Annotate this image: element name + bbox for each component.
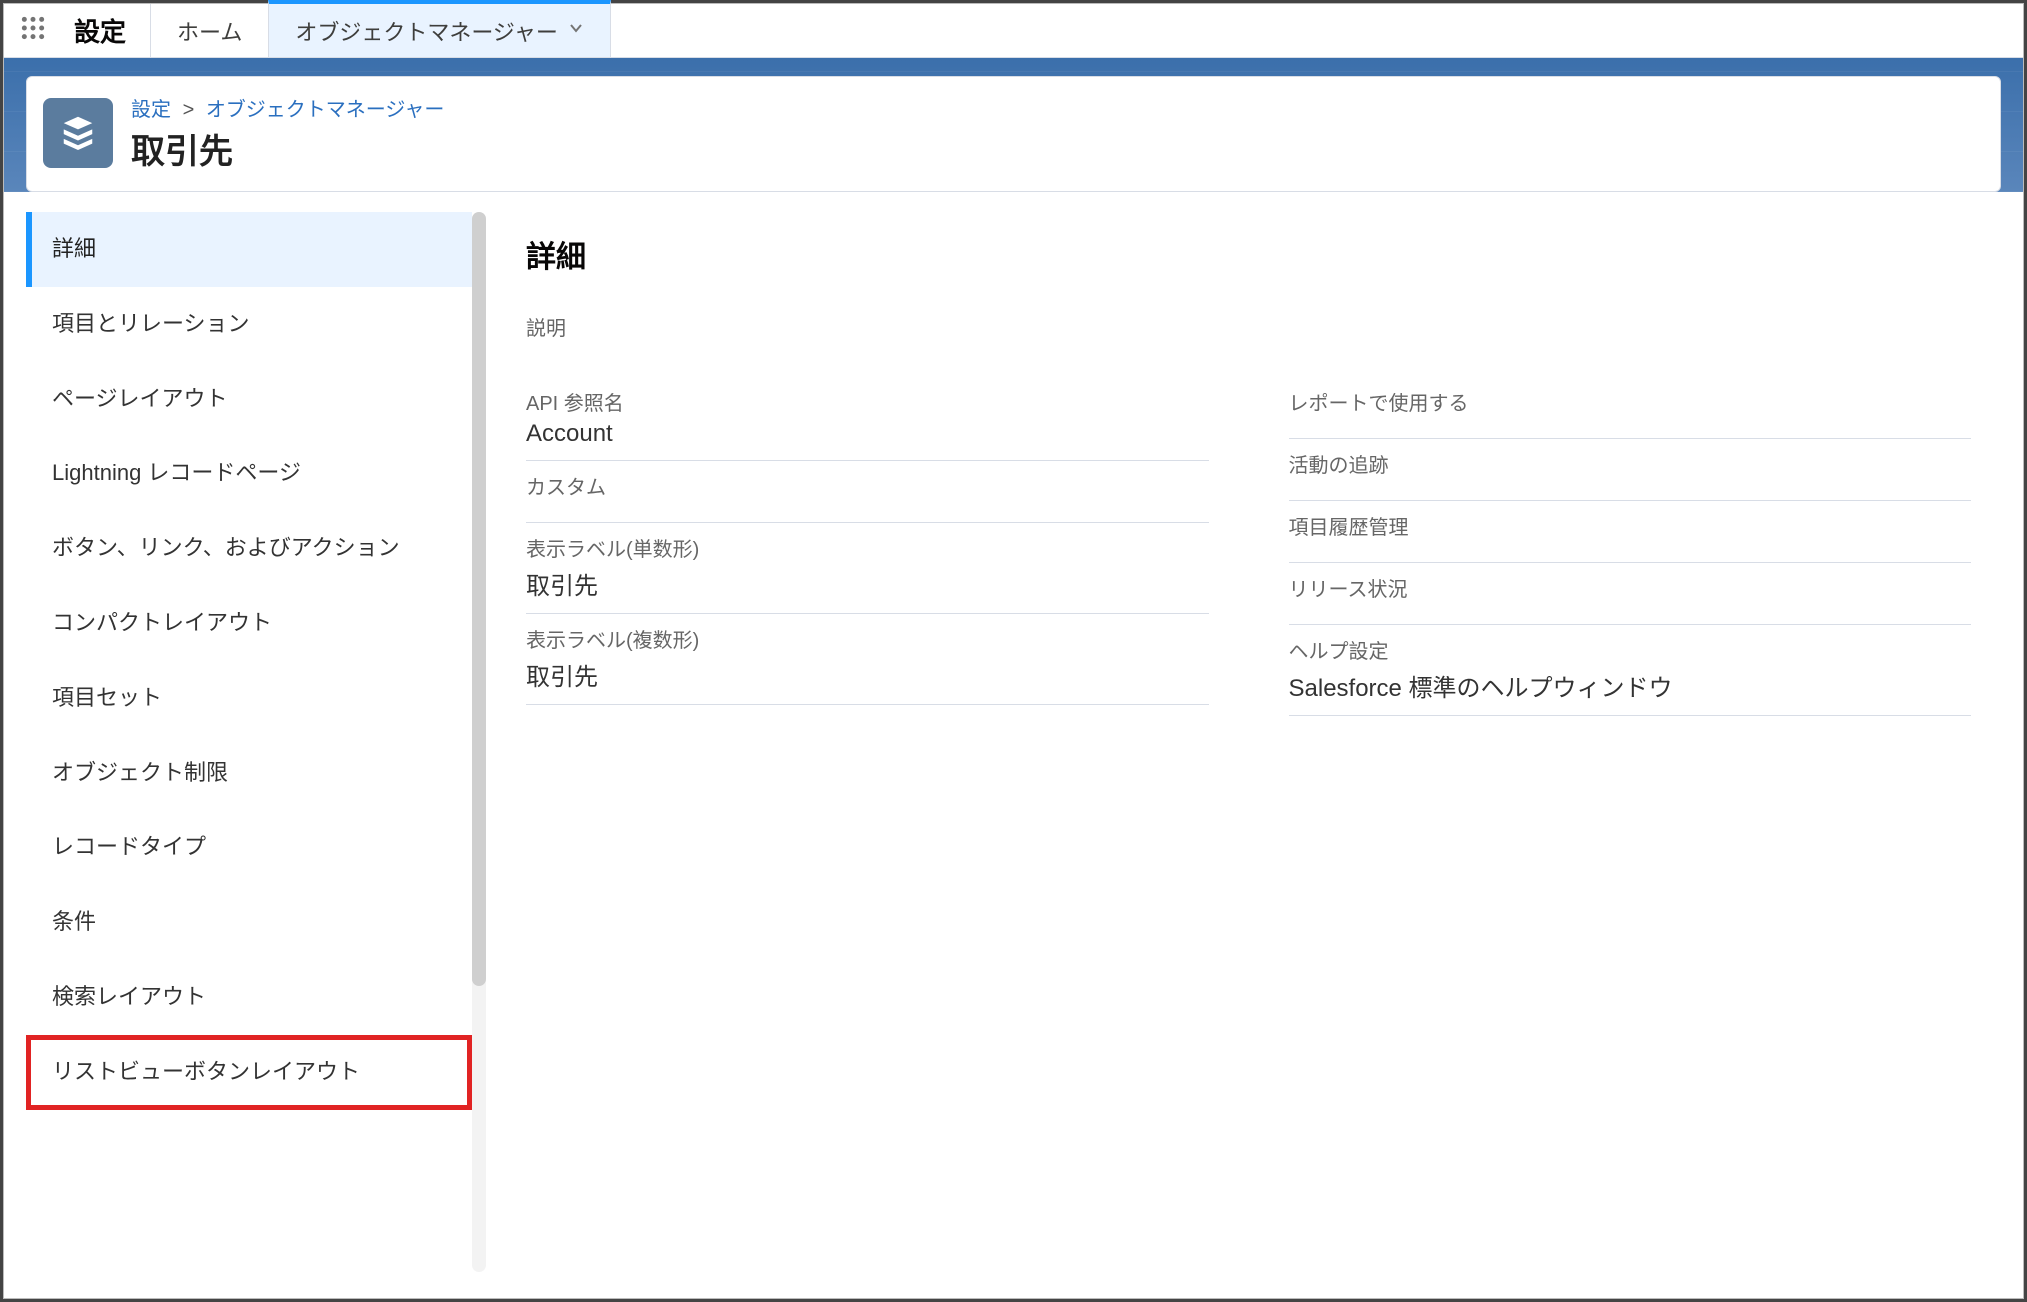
global-nav: 設定 ホーム オブジェクトマネージャー: [4, 4, 2023, 58]
field-label-plural: 表示ラベル(複数形) 取引先: [526, 614, 1209, 705]
sidebar-item-label: コンパクトレイアウト: [52, 610, 272, 635]
detail-fields: API 参照名 Account カスタム 表示ラベル(単数形) 取引先 表示ラベ…: [526, 377, 1971, 716]
tab-home[interactable]: ホーム: [150, 4, 268, 57]
field-use-in-reports: レポートで使用する: [1289, 377, 1972, 439]
field-label: カスタム: [526, 471, 1209, 500]
sidebar-item-search-layouts[interactable]: 検索レイアウト: [26, 960, 472, 1035]
sidebar-item-fields[interactable]: 項目とリレーション: [26, 287, 472, 362]
sidebar-item-label: 項目とリレーション: [52, 311, 250, 336]
page-header: 設定 > オブジェクトマネージャー 取引先: [26, 76, 2001, 192]
sidebar-item-object-limits[interactable]: オブジェクト制限: [26, 736, 472, 811]
sidebar-item-listview-buttons[interactable]: リストビューボタンレイアウト: [26, 1035, 472, 1110]
page-title: 取引先: [131, 124, 444, 173]
breadcrumb: 設定 > オブジェクトマネージャー: [131, 93, 444, 122]
field-label: 表示ラベル(複数形): [526, 624, 1209, 653]
panel-title: 詳細: [526, 232, 1971, 276]
sidebar-item-field-sets[interactable]: 項目セット: [26, 661, 472, 736]
sidebar-column: 詳細 項目とリレーション ページレイアウト Lightning レコードページ …: [26, 212, 486, 1272]
scrollbar-thumb[interactable]: [472, 212, 486, 986]
sidebar-item-label: 詳細: [52, 236, 96, 261]
field-label: 活動の追跡: [1289, 449, 1972, 478]
detail-fields-right: レポートで使用する 活動の追跡 項目履歴管理 リリース状況: [1289, 377, 1972, 716]
sidebar-scrollbar[interactable]: [472, 212, 486, 1272]
field-value: Account: [526, 420, 1209, 448]
breadcrumb-object-manager[interactable]: オブジェクトマネージャー: [206, 99, 445, 121]
tab-label: ホーム: [177, 15, 242, 47]
tab-label: オブジェクトマネージャー: [295, 15, 557, 47]
field-activity-tracking: 活動の追跡: [1289, 439, 1972, 501]
content-area: 詳細 項目とリレーション ページレイアウト Lightning レコードページ …: [4, 192, 2023, 1292]
object-icon: [43, 98, 113, 168]
sidebar-item-lightning-pages[interactable]: Lightning レコードページ: [26, 436, 472, 511]
breadcrumb-setup[interactable]: 設定: [131, 99, 171, 121]
field-value: 取引先: [526, 566, 1209, 601]
sidebar-item-page-layouts[interactable]: ページレイアウト: [26, 362, 472, 437]
sidebar-item-label: オブジェクト制限: [52, 760, 228, 785]
field-value: Salesforce 標準のヘルプウィンドウ: [1289, 668, 1972, 703]
sidebar: 詳細 項目とリレーション ページレイアウト Lightning レコードページ …: [26, 212, 472, 1272]
field-value: 取引先: [526, 657, 1209, 692]
sidebar-item-label: リストビューボタンレイアウト: [52, 1059, 360, 1084]
sidebar-item-buttons-links[interactable]: ボタン、リンク、およびアクション: [26, 511, 472, 586]
field-label: 項目履歴管理: [1289, 511, 1972, 540]
breadcrumb-separator: >: [183, 99, 195, 121]
chevron-down-icon[interactable]: [568, 20, 584, 41]
app-name: 設定: [62, 4, 150, 57]
tab-object-manager[interactable]: オブジェクトマネージャー: [268, 0, 610, 57]
description-label: 説明: [526, 312, 1971, 341]
field-release-status: リリース状況: [1289, 563, 1972, 625]
sidebar-item-label: ページレイアウト: [52, 386, 228, 411]
field-api-name: API 参照名 Account: [526, 377, 1209, 461]
sidebar-item-compact-layouts[interactable]: コンパクトレイアウト: [26, 586, 472, 661]
sidebar-item-label: 条件: [52, 909, 96, 934]
field-label: ヘルプ設定: [1289, 635, 1972, 664]
detail-fields-left: API 参照名 Account カスタム 表示ラベル(単数形) 取引先 表示ラベ…: [526, 377, 1209, 716]
sidebar-item-conditions[interactable]: 条件: [26, 885, 472, 960]
layers-icon: [59, 112, 97, 155]
field-label: レポートで使用する: [1289, 387, 1972, 416]
sidebar-item-label: 検索レイアウト: [52, 984, 206, 1009]
sidebar-item-label: 項目セット: [52, 685, 162, 710]
sidebar-item-details[interactable]: 詳細: [26, 212, 472, 287]
sidebar-item-label: レコードタイプ: [52, 834, 206, 859]
sidebar-item-label: Lightning レコードページ: [52, 460, 301, 485]
field-label: 表示ラベル(単数形): [526, 533, 1209, 562]
sidebar-item-label: ボタン、リンク、およびアクション: [52, 535, 400, 560]
field-label-singular: 表示ラベル(単数形) 取引先: [526, 523, 1209, 614]
field-history: 項目履歴管理: [1289, 501, 1972, 563]
main-panel: 詳細 説明 API 参照名 Account カスタム 表示ラベル(単数形) 取引…: [486, 212, 2001, 1272]
field-help-setting: ヘルプ設定 Salesforce 標準のヘルプウィンドウ: [1289, 625, 1972, 716]
app-launcher-button[interactable]: [4, 4, 62, 57]
page-header-strip: 設定 > オブジェクトマネージャー 取引先: [4, 58, 2023, 192]
field-label: リリース状況: [1289, 573, 1972, 602]
waffle-icon: [20, 15, 46, 46]
sidebar-item-record-types[interactable]: レコードタイプ: [26, 810, 472, 885]
field-custom: カスタム: [526, 461, 1209, 523]
field-label: API 参照名: [526, 387, 1209, 416]
